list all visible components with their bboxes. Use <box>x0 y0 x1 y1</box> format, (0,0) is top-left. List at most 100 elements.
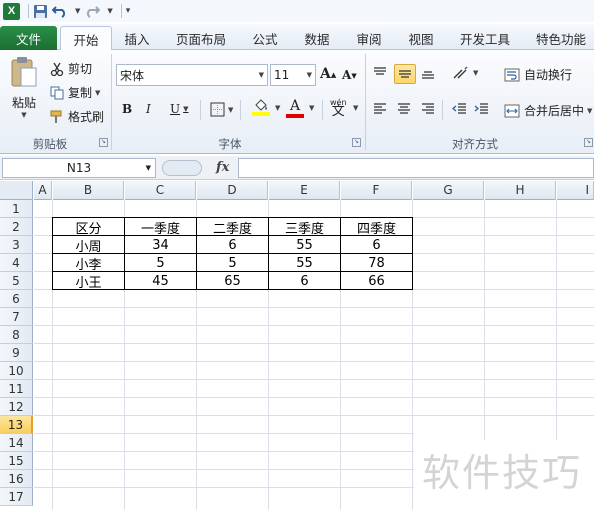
font-color-icon: A <box>289 98 301 114</box>
table-cell[interactable]: 小周 <box>53 236 124 255</box>
fill-color-dropdown-icon[interactable]: ▼ <box>272 104 280 112</box>
align-right-button[interactable] <box>420 102 436 116</box>
tab-home[interactable]: 开始 <box>60 26 112 51</box>
table-cell[interactable]: 小王 <box>53 272 124 291</box>
fill-color-button[interactable] <box>252 98 270 116</box>
orientation-button[interactable]: ▼ <box>452 66 478 80</box>
table-cell[interactable]: 45 <box>125 272 196 290</box>
table-cell[interactable]: 66 <box>341 272 412 290</box>
row-header[interactable]: 12 <box>0 398 33 416</box>
insert-function-icon[interactable]: fx <box>216 160 229 175</box>
table-header-cell[interactable]: 三季度 <box>269 218 340 237</box>
undo-dropdown-icon[interactable]: ▼ <box>72 2 80 20</box>
row-header[interactable]: 7 <box>0 308 33 326</box>
row-header[interactable]: 1 <box>0 200 33 218</box>
undo-icon[interactable] <box>52 2 68 20</box>
row-header[interactable]: 9 <box>0 344 33 362</box>
bold-button[interactable]: B <box>122 102 132 116</box>
column-header-e[interactable]: E <box>269 181 340 200</box>
column-header-i[interactable]: I <box>557 181 594 200</box>
table-cell[interactable]: 6 <box>197 236 268 254</box>
column-header-b[interactable]: B <box>53 181 124 200</box>
row-header[interactable]: 5 <box>0 272 33 290</box>
row-header[interactable]: 6 <box>0 290 33 308</box>
select-all-corner[interactable] <box>0 181 33 200</box>
alignment-launcher-icon[interactable]: ↘ <box>584 138 593 147</box>
table-header-cell[interactable]: 区分 <box>53 218 124 237</box>
column-header-g[interactable]: G <box>413 181 484 200</box>
row-header[interactable]: 14 <box>0 434 33 452</box>
row-header[interactable]: 3 <box>0 236 33 254</box>
column-header-d[interactable]: D <box>197 181 268 200</box>
copy-button[interactable]: 复制 ▼ <box>50 84 100 101</box>
table-header-cell[interactable]: 二季度 <box>197 218 268 237</box>
phonetic-button[interactable]: wén 文 <box>330 98 347 118</box>
tab-view[interactable]: 视图 <box>400 26 442 50</box>
table-header-cell[interactable]: 四季度 <box>341 218 412 237</box>
wrap-text-button[interactable]: 自动换行 <box>504 66 572 83</box>
redo-icon[interactable] <box>84 2 101 20</box>
grow-font-icon[interactable]: A ▲ <box>320 66 336 82</box>
row-header[interactable]: 16 <box>0 470 33 488</box>
table-cell[interactable]: 小李 <box>53 254 124 273</box>
column-header-c[interactable]: C <box>125 181 196 200</box>
tab-special-features[interactable]: 特色功能 <box>528 26 594 50</box>
row-header[interactable]: 15 <box>0 452 33 470</box>
tab-page-layout[interactable]: 页面布局 <box>168 26 234 50</box>
table-cell[interactable]: 55 <box>269 236 340 254</box>
merge-center-button[interactable]: 合并后居中 ▼ <box>504 102 592 119</box>
increase-indent-button[interactable] <box>474 102 490 116</box>
table-cell[interactable]: 78 <box>341 254 412 272</box>
border-button[interactable]: ▼ <box>210 102 233 117</box>
tab-formulas[interactable]: 公式 <box>244 26 286 50</box>
font-size-combo[interactable]: 11 ▼ <box>270 64 316 86</box>
tab-file[interactable]: 文件 <box>0 26 57 50</box>
row-header[interactable]: 8 <box>0 326 33 344</box>
table-cell[interactable]: 6 <box>341 236 412 254</box>
paste-button[interactable]: 粘贴 ▼ <box>6 56 42 119</box>
align-left-button[interactable] <box>372 102 388 116</box>
font-launcher-icon[interactable]: ↘ <box>352 138 361 147</box>
table-cell[interactable]: 5 <box>125 254 196 272</box>
align-middle-button[interactable] <box>394 64 416 84</box>
clipboard-launcher-icon[interactable]: ↘ <box>99 138 108 147</box>
row-header-active[interactable]: 13 <box>0 416 33 434</box>
tab-developer[interactable]: 开发工具 <box>452 26 518 50</box>
table-cell[interactable]: 55 <box>269 254 340 272</box>
customize-qat-icon[interactable]: ▾ <box>126 2 131 20</box>
cut-button[interactable]: 剪切 <box>50 60 92 77</box>
column-header-a[interactable]: A <box>34 181 52 200</box>
shrink-font-icon[interactable]: A ▼ <box>342 68 357 82</box>
phonetic-dropdown-icon[interactable]: ▼ <box>350 104 358 112</box>
column-header-h[interactable]: H <box>485 181 556 200</box>
table-cell[interactable]: 65 <box>197 272 268 290</box>
table-cell[interactable]: 6 <box>269 272 340 290</box>
italic-button[interactable]: I <box>146 102 151 116</box>
font-color-button[interactable]: A <box>286 98 304 118</box>
formula-bar-splitter[interactable] <box>162 160 202 176</box>
align-center-button[interactable] <box>396 102 412 116</box>
underline-button[interactable]: U ▼ <box>170 102 189 116</box>
align-top-button[interactable] <box>372 66 388 80</box>
row-header[interactable]: 11 <box>0 380 33 398</box>
column-header-f[interactable]: F <box>341 181 412 200</box>
row-header[interactable]: 17 <box>0 488 33 506</box>
font-name-combo[interactable]: 宋体 ▼ <box>116 64 268 86</box>
row-header[interactable]: 4 <box>0 254 33 272</box>
font-color-dropdown-icon[interactable]: ▼ <box>306 104 314 112</box>
row-header[interactable]: 2 <box>0 218 33 236</box>
formula-input[interactable] <box>238 158 594 178</box>
align-bottom-button[interactable] <box>420 66 436 80</box>
row-header[interactable]: 10 <box>0 362 33 380</box>
save-icon[interactable] <box>33 2 48 20</box>
redo-dropdown-icon[interactable]: ▼ <box>104 2 112 20</box>
name-box[interactable]: N13 ▼ <box>2 158 156 178</box>
table-cell[interactable]: 5 <box>197 254 268 272</box>
tab-review[interactable]: 审阅 <box>348 26 390 50</box>
table-cell[interactable]: 34 <box>125 236 196 254</box>
table-header-cell[interactable]: 一季度 <box>125 218 196 237</box>
tab-insert[interactable]: 插入 <box>116 26 158 50</box>
decrease-indent-button[interactable] <box>452 102 468 116</box>
tab-data[interactable]: 数据 <box>296 26 338 50</box>
format-painter-button[interactable]: 格式刷 <box>50 108 104 125</box>
